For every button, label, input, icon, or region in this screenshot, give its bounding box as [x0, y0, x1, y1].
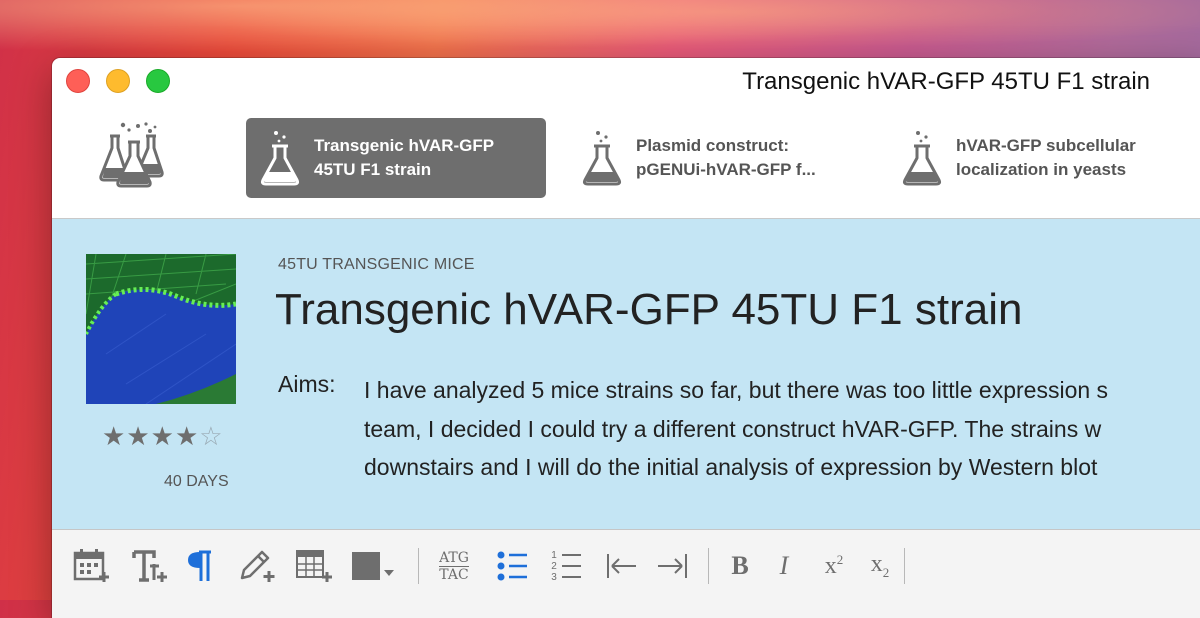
project-title[interactable]: Transgenic hVAR-GFP 45TU F1 strain [275, 285, 1022, 335]
rating-stars[interactable]: ★★★★☆ [102, 421, 224, 452]
tab-transgenic-strain[interactable]: Transgenic hVAR-GFP 45TU F1 strain [246, 118, 546, 198]
desktop-wallpaper [0, 0, 1200, 60]
table-add-icon [296, 550, 332, 582]
paragraph-button[interactable] [182, 548, 218, 584]
subscript-icon: x2 [870, 551, 890, 580]
insert-sequence-button[interactable]: ATG TAC [430, 548, 478, 584]
pencil-add-icon [240, 550, 275, 582]
indent-icon [658, 554, 687, 578]
toolbar-separator [708, 548, 709, 584]
aims-text[interactable]: I have analyzed 5 mice strains so far, b… [364, 371, 1200, 487]
minimize-window-button[interactable] [106, 69, 130, 93]
dna-sequence-icon: ATG TAC [439, 549, 469, 583]
flasks-icon [99, 122, 164, 188]
project-category: 45TU TRANSGENIC MICE [278, 256, 475, 273]
tab-label: hVAR-GFP subcellular localization in yea… [956, 136, 1136, 179]
close-window-button[interactable] [66, 69, 90, 93]
editor-toolbar: ATG TAC 1 2 3 B I x2 x2 [52, 529, 1200, 618]
outdent-button[interactable] [602, 548, 642, 584]
toolbar-separator [904, 548, 905, 584]
tab-label: Plasmid construct: pGENUi-hVAR-GFP f... [636, 136, 816, 179]
outdent-icon [607, 554, 636, 578]
app-window: Transgenic hVAR-GFP 45TU F1 strain Trans… [52, 58, 1200, 618]
tab-label: Transgenic hVAR-GFP 45TU F1 strain [314, 136, 495, 179]
indent-button[interactable] [652, 548, 692, 584]
aims-label: Aims: [278, 371, 336, 397]
numbered-list-icon: 1 2 3 [551, 549, 581, 583]
insert-text-button[interactable] [130, 548, 170, 584]
insert-date-button[interactable] [72, 548, 112, 584]
superscript-button[interactable]: x2 [814, 548, 854, 584]
project-duration: 40 DAYS [164, 473, 229, 490]
bold-icon: B [731, 551, 749, 580]
tab-subcellular-localization[interactable]: hVAR-GFP subcellular localization in yea… [888, 118, 1200, 198]
text-add-icon [132, 550, 167, 582]
star-filled-icon[interactable]: ★ [175, 421, 199, 451]
color-picker-button[interactable] [348, 548, 398, 584]
title-bar: Transgenic hVAR-GFP 45TU F1 strain [52, 58, 1200, 104]
flask-icon [260, 131, 300, 186]
superscript-icon: x2 [824, 552, 844, 579]
bullet-list-button[interactable] [492, 548, 532, 584]
bold-button[interactable]: B [722, 548, 758, 584]
numbered-list-button[interactable]: 1 2 3 [546, 548, 586, 584]
insert-drawing-button[interactable] [236, 548, 276, 584]
tab-plasmid-construct[interactable]: Plasmid construct: pGENUi-hVAR-GFP f... [568, 118, 868, 198]
projects-home-button[interactable] [98, 122, 174, 188]
subscript-button[interactable]: x2 [860, 548, 900, 584]
project-header: ★★★★☆ 40 DAYS 45TU TRANSGENIC MICE Trans… [52, 219, 1200, 529]
project-thumbnail[interactable] [86, 254, 236, 404]
paragraph-icon [188, 550, 211, 581]
color-swatch-icon [352, 552, 394, 580]
zoom-window-button[interactable] [146, 69, 170, 93]
star-filled-icon[interactable]: ★ [151, 421, 175, 451]
window-title: Transgenic hVAR-GFP 45TU F1 strain [742, 68, 1150, 95]
star-filled-icon[interactable]: ★ [126, 421, 150, 451]
calendar-add-icon [73, 549, 109, 582]
project-tab-bar: Transgenic hVAR-GFP 45TU F1 strain Plasm… [52, 104, 1200, 219]
insert-table-button[interactable] [294, 548, 334, 584]
flask-icon [902, 131, 942, 186]
flask-icon [582, 131, 622, 186]
toolbar-separator [418, 548, 419, 584]
italic-button[interactable]: I [766, 548, 802, 584]
italic-icon: I [779, 551, 789, 580]
bullet-list-icon [497, 551, 527, 581]
star-empty-icon[interactable]: ☆ [199, 421, 223, 451]
microscopy-image [86, 254, 236, 404]
star-filled-icon[interactable]: ★ [102, 421, 126, 451]
